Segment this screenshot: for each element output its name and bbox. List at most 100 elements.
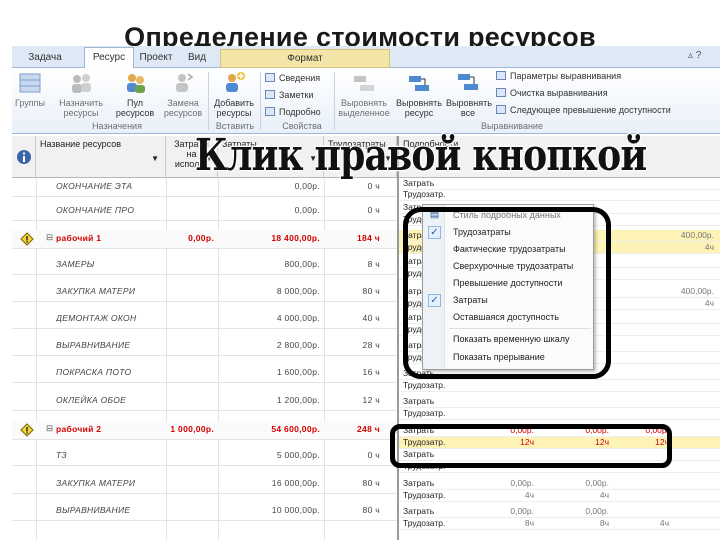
resource-name: ОКОНЧАНИЕ ПРО bbox=[56, 205, 135, 215]
cost-value: 54 600,00р. bbox=[271, 424, 320, 434]
table-row[interactable]: ⊟ рабочий 2 1 000,00р. 54 600,00р. 248 ч bbox=[12, 421, 397, 440]
collapse-icon[interactable]: ⊟ bbox=[46, 423, 53, 434]
resource-name: ЗАКУПКА МАТЕРИ bbox=[56, 478, 136, 488]
cost-value: 10 000,00р. bbox=[271, 505, 320, 515]
next-overallocation-button[interactable]: Следующее превышение доступности bbox=[496, 103, 671, 117]
ribbon-separator bbox=[208, 72, 209, 130]
resource-name: ЗАКУПКА МАТЕРИ bbox=[56, 286, 136, 296]
overallocation-warning-icon bbox=[20, 232, 34, 246]
clear-leveling-icon bbox=[496, 88, 506, 97]
add-resources-icon bbox=[226, 72, 245, 92]
resource-name: ЗАМЕРЫ bbox=[56, 259, 95, 269]
table-row[interactable]: ДЕМОНТАЖ ОКОН 4 000,00р. 40 ч bbox=[12, 310, 397, 329]
level-selection-button[interactable]: Выровнять выделенное bbox=[336, 70, 392, 120]
ribbon-minimize-icon[interactable]: ▵ ? bbox=[688, 50, 701, 61]
cost-value: 0,00р. bbox=[294, 205, 320, 215]
worker2-values-highlight-box bbox=[390, 424, 672, 468]
next-overallocation-icon bbox=[496, 105, 506, 114]
work-value: 16 ч bbox=[362, 367, 380, 377]
ribbon: Группы Назначить ресурсы Пул ресурсов За… bbox=[12, 68, 720, 134]
name-column-header[interactable]: Название ресурсов ▼ bbox=[36, 136, 166, 178]
indicators-column-header[interactable] bbox=[12, 136, 36, 178]
table-row[interactable]: ТЗ 5 000,00р. 0 ч bbox=[12, 447, 397, 466]
add-resources-button[interactable]: Добавить ресурсы bbox=[210, 70, 258, 120]
table-row[interactable]: ОКОНЧАНИЕ ПРО 0,00р. 0 ч bbox=[12, 202, 397, 221]
resource-name: рабочий 1 bbox=[56, 233, 102, 243]
resource-name: ПОКРАСКА ПОТО bbox=[56, 367, 132, 377]
work-value: 80 ч bbox=[362, 505, 380, 515]
table-row[interactable]: ЗАКУПКА МАТЕРИ 16 000,00р. 80 ч bbox=[12, 475, 397, 494]
level-selection-icon bbox=[354, 76, 374, 91]
detail-row: Затрать bbox=[399, 396, 720, 408]
resource-name: ДЕМОНТАЖ ОКОН bbox=[56, 313, 137, 323]
work-value: 0 ч bbox=[367, 205, 380, 215]
level-resource-icon bbox=[409, 76, 429, 91]
resource-name: ОКОНЧАНИЕ ЭТА bbox=[56, 181, 133, 191]
cost-value: 4 000,00р. bbox=[276, 313, 320, 323]
resource-name: ВЫРАВНИВАНИЕ bbox=[56, 505, 131, 515]
cost-value: 800,00р. bbox=[284, 259, 320, 269]
cost-value: 16 000,00р. bbox=[271, 478, 320, 488]
work-value: 80 ч bbox=[362, 286, 380, 296]
work-value: 12 ч bbox=[362, 395, 380, 405]
table-row[interactable]: ⊟ рабочий 1 0,00р. 18 400,00р. 184 ч bbox=[12, 230, 397, 249]
table-row[interactable]: ВЫРАВНИВАНИЕ 2 800,00р. 28 ч bbox=[12, 337, 397, 356]
work-value: 0 ч bbox=[367, 181, 380, 191]
information-icon bbox=[265, 73, 275, 82]
work-value: 184 ч bbox=[357, 233, 380, 243]
resource-usage-grid: Название ресурсов ▼ Затраты на использ ▼… bbox=[12, 136, 720, 540]
assign-resources-icon bbox=[72, 74, 91, 93]
assign-resources-button[interactable]: Назначить ресурсы bbox=[56, 70, 106, 120]
replace-resources-button[interactable]: Замена ресурсов bbox=[162, 70, 204, 120]
tab-resource[interactable]: Ресурс bbox=[84, 47, 134, 68]
context-menu-highlight-box bbox=[403, 207, 611, 379]
table-row[interactable]: ПОКРАСКА ПОТО 1 600,00р. 16 ч bbox=[12, 364, 397, 383]
table-row[interactable]: ЗАМЕРЫ 800,00р. 8 ч bbox=[12, 256, 397, 275]
detail-row: Затрать 0,00р. 0,00р. bbox=[399, 506, 720, 518]
details-icon bbox=[265, 107, 275, 116]
replace-resources-icon bbox=[176, 73, 194, 92]
groups-button[interactable]: Группы bbox=[12, 70, 48, 120]
level-all-button[interactable]: Выровнять все bbox=[446, 70, 492, 120]
tab-task[interactable]: Задача bbox=[18, 49, 72, 68]
details-button[interactable]: Подробно bbox=[265, 105, 321, 119]
table-row[interactable]: ЗАКУПКА МАТЕРИ 8 000,00р. 80 ч bbox=[12, 283, 397, 302]
cost-value: 5 000,00р. bbox=[276, 450, 320, 460]
level-resource-button[interactable]: Выровнять ресурс bbox=[394, 70, 444, 120]
clear-leveling-button[interactable]: Очистка выравнивания bbox=[496, 86, 608, 100]
tab-format[interactable]: Формат bbox=[220, 49, 390, 68]
work-value: 28 ч bbox=[362, 340, 380, 350]
dropdown-arrow-icon[interactable]: ▼ bbox=[151, 154, 159, 164]
tab-view[interactable]: Вид bbox=[180, 49, 214, 68]
tab-project[interactable]: Проект bbox=[136, 49, 176, 68]
table-row[interactable]: ВЫРАВНИВАНИЕ 10 000,00р. 80 ч bbox=[12, 502, 397, 521]
cost-value: 1 200,00р. bbox=[276, 395, 320, 405]
resource-name: ОКЛЕЙКА ОБОЕ bbox=[56, 395, 127, 405]
ribbon-separator bbox=[260, 72, 261, 130]
work-value: 40 ч bbox=[362, 313, 380, 323]
info-icon bbox=[17, 150, 31, 164]
resource-name: ТЗ bbox=[56, 450, 67, 460]
work-value: 80 ч bbox=[362, 478, 380, 488]
cost-value: 8 000,00р. bbox=[276, 286, 320, 296]
cost-per-use-value: 0,00р. bbox=[188, 233, 214, 243]
ribbon-tabs: Задача Ресурс Проект Вид Формат ▵ ? bbox=[12, 46, 720, 68]
overallocation-warning-icon bbox=[20, 423, 34, 437]
resource-pool-button[interactable]: Пул ресурсов bbox=[112, 70, 158, 120]
notes-button[interactable]: Заметки bbox=[265, 88, 313, 102]
cost-value: 1 600,00р. bbox=[276, 367, 320, 377]
detail-row: Трудозатр. bbox=[399, 380, 720, 392]
groups-icon bbox=[19, 73, 41, 93]
cost-per-use-value: 1 000,00р. bbox=[170, 424, 214, 434]
detail-row: Трудозатр. bbox=[399, 189, 720, 201]
level-all-icon bbox=[458, 74, 478, 90]
work-value: 248 ч bbox=[357, 424, 380, 434]
resource-name: рабочий 2 bbox=[56, 424, 102, 434]
collapse-icon[interactable]: ⊟ bbox=[46, 232, 53, 243]
work-value: 0 ч bbox=[367, 450, 380, 460]
cost-value: 0,00р. bbox=[294, 181, 320, 191]
table-row[interactable]: ОКЛЕЙКА ОБОЕ 1 200,00р. 12 ч bbox=[12, 392, 397, 411]
resource-name: ВЫРАВНИВАНИЕ bbox=[56, 340, 131, 350]
information-button[interactable]: Сведения bbox=[265, 71, 320, 85]
leveling-options-button[interactable]: Параметры выравнивания bbox=[496, 69, 621, 83]
